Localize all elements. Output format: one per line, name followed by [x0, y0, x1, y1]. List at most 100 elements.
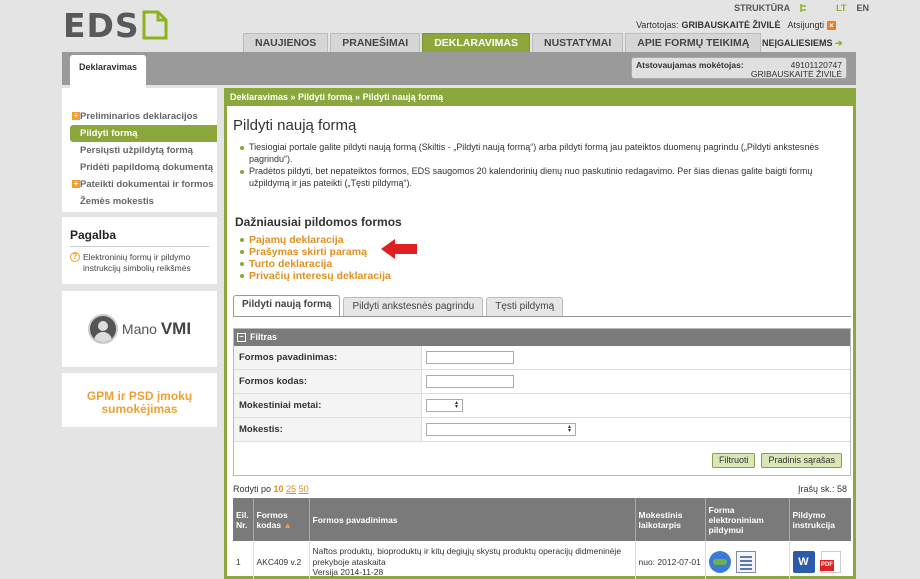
forms-table: Eil. Nr. Formos kodas ▲ Formos pavadinim… — [233, 498, 851, 579]
col-nr[interactable]: Eil. Nr. — [233, 498, 254, 541]
page-size-option[interactable]: 50 — [299, 484, 309, 494]
tab-apie[interactable]: APIE FORMŲ TEIKIMĄ — [625, 33, 762, 52]
table-header-row: Eil. Nr. Formos kodas ▲ Formos pavadinim… — [233, 498, 851, 541]
frequent-forms-list: Pajamų deklaracija Prašymas skirti param… — [237, 234, 391, 282]
sidebar-item-land-tax[interactable]: Žemės mokestis — [62, 193, 217, 210]
help-title: Pagalba — [70, 228, 209, 247]
col-eform: Forma elektroniniam pildymui — [705, 498, 790, 541]
page-size-option[interactable]: 25 — [286, 484, 296, 494]
structure-icon — [800, 4, 807, 12]
arrow-right-icon: ➔ — [835, 38, 843, 48]
col-period[interactable]: Mokestinis laikotarpis — [635, 498, 706, 541]
lang-en[interactable]: EN — [856, 3, 869, 13]
filter-row: Mokestiniai metai: — [234, 394, 850, 418]
cell-eform — [705, 541, 790, 579]
intro-item: Pradėtos pildyti, bet nepateiktos formos… — [237, 166, 849, 189]
lang-lt[interactable]: LT — [836, 3, 846, 13]
tab-deklaravimas[interactable]: DEKLARAVIMAS — [422, 33, 531, 52]
frequent-form-link[interactable]: Pajamų deklaracija — [237, 234, 391, 246]
logout-link[interactable]: Atsijungti — [787, 20, 824, 30]
vmi-prefix: Mano — [121, 321, 157, 337]
pdf-icon[interactable]: PDF — [819, 551, 841, 573]
page-size-label: Rodyti po — [233, 484, 272, 494]
red-arrow-icon — [381, 239, 417, 259]
document-logo-icon — [142, 10, 168, 40]
reset-button[interactable]: Pradinis sąrašas — [761, 453, 842, 468]
cell-nr: 1 — [233, 541, 254, 579]
sidebar-item-preliminary[interactable]: Preliminarios deklaracijos — [62, 108, 217, 125]
collapse-icon[interactable]: – — [237, 333, 246, 342]
gpm-banner[interactable]: GPM ir PSD įmokų sumokėjimas — [62, 373, 217, 427]
frequent-form-link[interactable]: Privačių interesų deklaracija — [237, 270, 391, 282]
filter-header[interactable]: – Filtras — [234, 329, 850, 346]
structure-link[interactable]: STRUKTŪRA — [734, 3, 790, 13]
page-size-selector: Rodyti po 10 25 50 — [233, 484, 309, 494]
user-label: Vartotojas: — [636, 20, 679, 30]
close-icon[interactable]: × — [827, 20, 836, 30]
main-navigation: NAUJIENOS PRANEŠIMAI DEKLARAVIMAS NUSTAT… — [243, 33, 762, 52]
form-code-label: Formos kodas: — [234, 370, 422, 393]
sidebar-item-add-document[interactable]: Pridėti papildomą dokumentą — [62, 159, 217, 176]
intro-list: Tiesiogiai portale galite pildyti naują … — [237, 142, 849, 190]
section-tab[interactable]: Deklaravimas — [70, 55, 146, 88]
frequent-form-link[interactable]: Prašymas skirti paramą — [237, 246, 391, 258]
tab-nustatymai[interactable]: NUSTATYMAI — [532, 33, 624, 52]
tab-divider — [233, 316, 851, 317]
filter-row: Formos pavadinimas: — [234, 346, 850, 370]
tab-naujienos[interactable]: NAUJIENOS — [243, 33, 329, 52]
cell-period: nuo: 2012-07-01 — [635, 541, 706, 579]
form-name[interactable]: Naftos produktų, bioproduktų ir kitų deg… — [313, 546, 632, 567]
col-name[interactable]: Formos pavadinimas — [309, 498, 636, 541]
form-code-input[interactable] — [426, 375, 514, 388]
taxpayer-box: Atstovaujamas mokėtojas: 49101120747 GRI… — [631, 57, 847, 79]
table-row: 1 AKC409 v.2 Naftos produktų, bioprodukt… — [233, 541, 851, 579]
vmi-brand: VMI — [160, 319, 192, 338]
main-panel: Deklaravimas » Pildyti formą » Pildyti n… — [224, 88, 856, 579]
accessibility-link[interactable]: NEĮGALIESIEMS ➔ — [762, 38, 843, 49]
col-instructions: Pildymo instrukcija — [789, 498, 851, 541]
tab-previous-basis[interactable]: Pildyti ankstesnės pagrindu — [343, 297, 484, 316]
mano-vmi-text: Mano VMI — [122, 319, 191, 339]
help-box: Pagalba ? Elektroninių formų ir pildymo … — [62, 217, 217, 284]
filter-row: Formos kodas: — [234, 370, 850, 394]
filter-title: Filtras — [250, 332, 278, 342]
word-doc-icon[interactable]: W — [792, 551, 815, 573]
tab-pranesimai[interactable]: PRANEŠIMAI — [330, 33, 421, 52]
page-size-option[interactable]: 10 — [274, 484, 284, 494]
tax-select[interactable] — [426, 423, 576, 436]
cell-code: AKC409 v.2 — [253, 541, 310, 579]
tab-continue[interactable]: Tęsti pildymą — [486, 297, 564, 316]
form-name-label: Formos pavadinimas: — [234, 346, 422, 369]
sidebar-menu: Preliminarios deklaracijos Pildyti formą… — [62, 88, 217, 212]
sidebar-item-forward-form[interactable]: Persiųsti užpildytą formą — [62, 142, 217, 159]
eds-logo[interactable]: EDS — [63, 5, 188, 45]
help-link[interactable]: ? Elektroninių formų ir pildymo instrukc… — [70, 252, 209, 274]
records-count: Įrašų sk.: 58 — [797, 484, 847, 494]
user-name: GRIBAUSKAITĖ ŽIVILĖ — [681, 20, 781, 30]
sort-up-icon: ▲ — [283, 519, 292, 530]
sidebar-item-fill-form[interactable]: Pildyti formą — [70, 125, 217, 142]
logo-text: EDS — [63, 5, 140, 45]
top-links: STRUKTŪRA LT EN — [734, 3, 869, 13]
tax-year-select[interactable] — [426, 399, 463, 412]
mano-vmi-banner[interactable]: Mano VMI — [62, 291, 217, 367]
breadcrumb[interactable]: Deklaravimas » Pildyti formą » Pildyti n… — [227, 88, 853, 106]
form-name-input[interactable] — [426, 351, 514, 364]
filter-button[interactable]: Filtruoti — [711, 453, 756, 468]
online-form-icon[interactable] — [708, 551, 731, 573]
offline-form-icon[interactable] — [735, 551, 756, 573]
form-tabs: Pildyti naują formą Pildyti ankstesnės p… — [233, 295, 564, 316]
frequent-form-link[interactable]: Turto deklaracija — [237, 258, 391, 270]
taxpayer-name: GRIBAUSKAITĖ ŽIVILĖ — [750, 69, 842, 79]
tax-label: Mokestis: — [234, 418, 422, 441]
page-title: Pildyti naują formą — [233, 117, 357, 134]
form-version: Versija 2014-11-28 — [312, 567, 384, 578]
tab-new-form[interactable]: Pildyti naują formą — [233, 295, 341, 316]
sidebar-item-submitted[interactable]: Pateikti dokumentai ir formos — [62, 176, 217, 193]
tax-year-label: Mokestiniai metai: — [234, 394, 422, 417]
cell-name: Naftos produktų, bioproduktų ir kitų deg… — [309, 541, 636, 579]
col-code[interactable]: Formos kodas ▲ — [253, 498, 310, 541]
help-text: Elektroninių formų ir pildymo instrukcij… — [83, 252, 191, 273]
user-bar: Vartotojas: GRIBAUSKAITĖ ŽIVILĖ Atsijung… — [636, 20, 836, 30]
accessibility-label: NEĮGALIESIEMS — [762, 38, 833, 48]
